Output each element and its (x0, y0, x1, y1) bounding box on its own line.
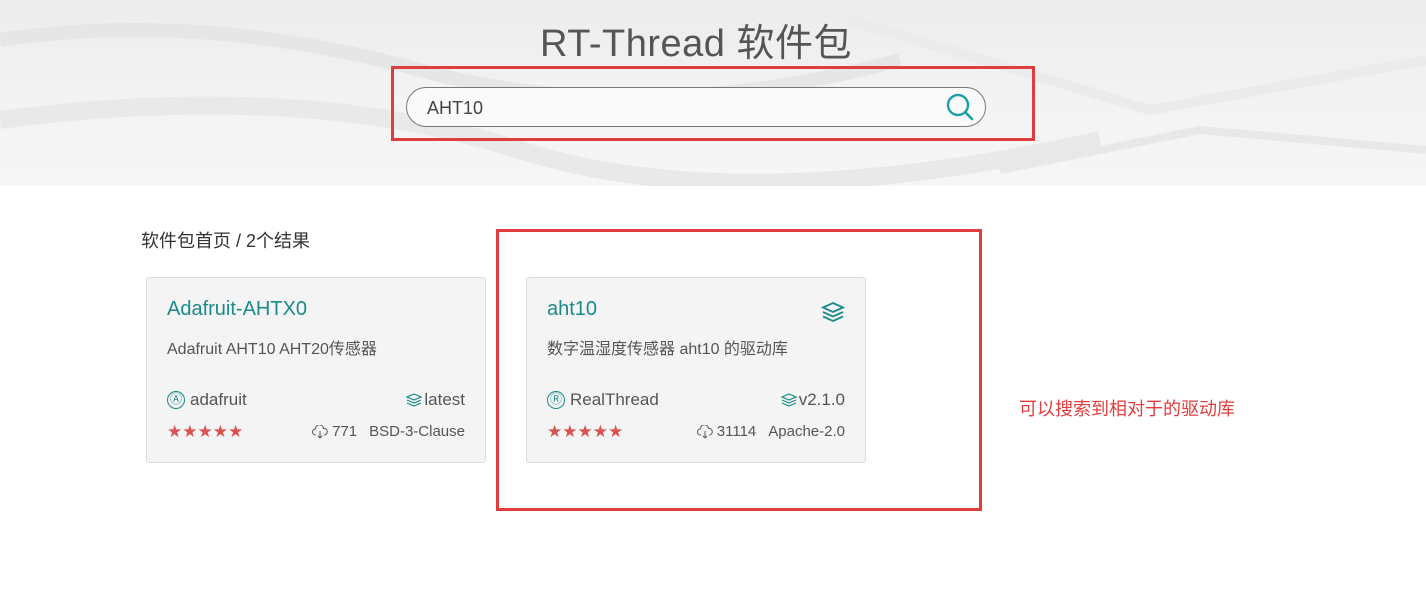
author-icon: Ⓐ (167, 391, 185, 409)
download-count: 771 (332, 423, 358, 440)
rating-stars: ★★★★★ (167, 422, 244, 441)
result-count: 2个结果 (246, 231, 311, 251)
annotation-highlight-card (496, 229, 982, 511)
package-name-link[interactable]: Adafruit-AHTX0 (167, 298, 307, 321)
license-label: BSD-3-Clause (369, 423, 465, 440)
package-author: Ⓐ adafruit (167, 390, 247, 410)
breadcrumb: 软件包首页 / 2个结果 (141, 227, 310, 253)
page-title: RT-Thread 软件包 (540, 23, 852, 65)
package-description: Adafruit AHT10 AHT20传感器 (167, 341, 377, 358)
breadcrumb-home-link[interactable]: 软件包首页 (141, 231, 231, 251)
layers-icon (406, 393, 423, 407)
author-name: adafruit (190, 390, 247, 409)
download-cloud-icon (312, 424, 328, 439)
package-version: latest (406, 390, 465, 410)
package-card[interactable]: Adafruit-AHTX0 Adafruit AHT10 AHT20传感器 Ⓐ… (146, 277, 486, 463)
package-meta: 771 BSD-3-Clause (312, 423, 465, 440)
version-label: latest (424, 390, 465, 409)
annotation-note: 可以搜索到相对于的驱动库 (1019, 399, 1235, 419)
breadcrumb-separator: / (231, 231, 247, 251)
annotation-highlight-search (391, 66, 1035, 141)
